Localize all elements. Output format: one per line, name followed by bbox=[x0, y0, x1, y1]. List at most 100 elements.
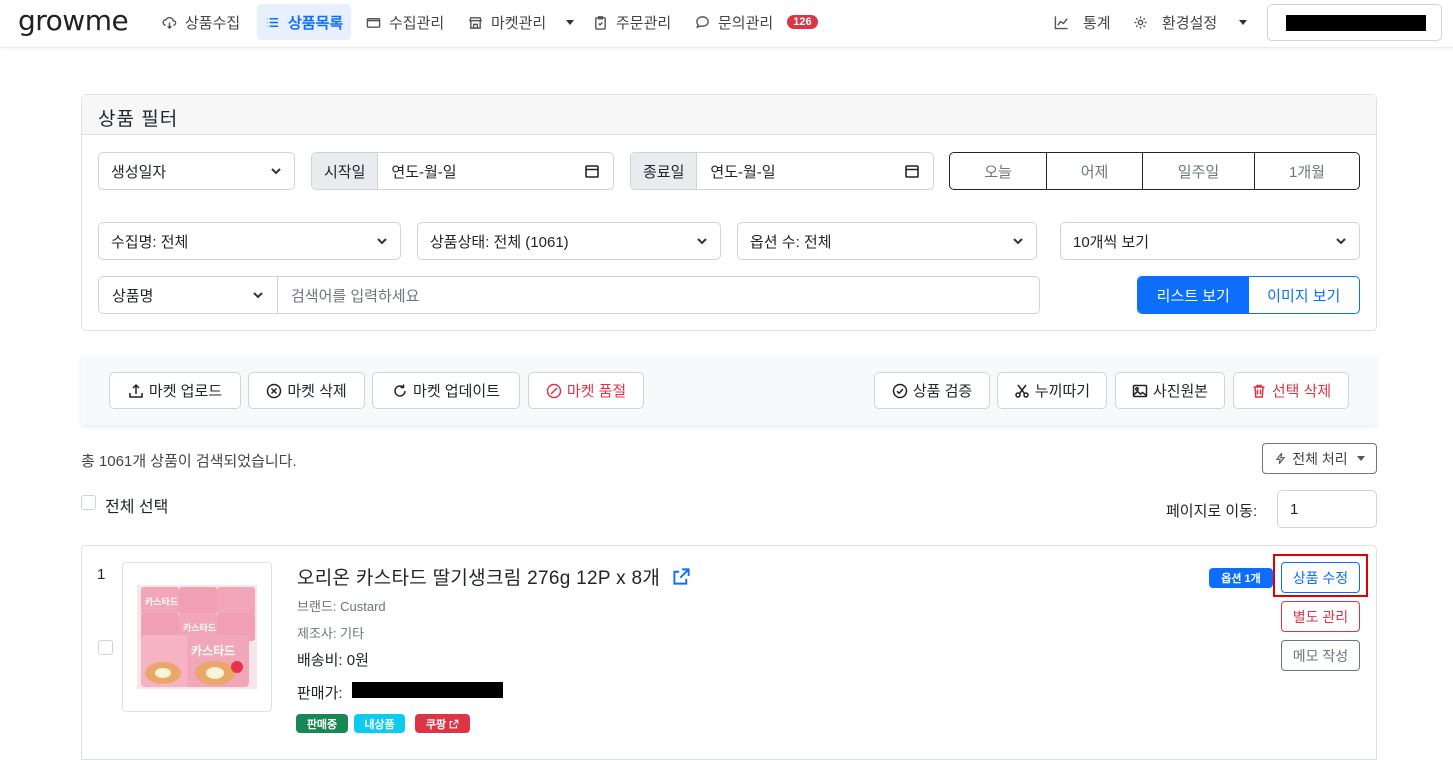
nav-label: 주문관리 bbox=[616, 14, 672, 32]
background-remove-button[interactable]: 누끼따기 bbox=[997, 372, 1107, 409]
nav-label: 수집관리 bbox=[389, 14, 445, 32]
nav-label: 문의관리 bbox=[718, 14, 774, 32]
nav-inquiry-manage[interactable]: 문의관리 126 bbox=[689, 4, 824, 40]
option-count-select[interactable]: 옵션 수: 전체 bbox=[737, 222, 1037, 260]
select-all-label: 전체 선택 bbox=[105, 499, 169, 516]
external-link-icon[interactable] bbox=[672, 567, 691, 586]
list-icon bbox=[266, 17, 279, 27]
view-mode-toggle: 리스트 보기 이미지 보기 bbox=[1137, 276, 1360, 314]
date-type-select[interactable]: 생성일자 bbox=[98, 152, 295, 190]
start-date-group: 시작일 연도-월-일 bbox=[311, 152, 614, 190]
goto-page-input[interactable]: 1 bbox=[1277, 490, 1377, 528]
date-placeholder: 연도-월-일 bbox=[710, 163, 776, 181]
market-soldout-button[interactable]: 마켓 품절 bbox=[528, 372, 644, 409]
bulk-action-dropdown[interactable]: 전체 처리 bbox=[1262, 443, 1377, 474]
result-summary: 총 1061개 상품이 검색되었습니다. bbox=[81, 453, 297, 470]
calendar-icon[interactable] bbox=[584, 163, 600, 179]
action-toolbar: 마켓 업로드 마켓 삭제 마켓 업데이트 마켓 품절 상품 검증 누끼따기 사진… bbox=[81, 355, 1377, 425]
product-name[interactable]: 오리온 카스타드 딸기생크림 276g 12P x 8개 bbox=[297, 563, 691, 590]
x-circle-icon bbox=[267, 383, 282, 398]
select-value: 수집명: 전체 bbox=[111, 233, 189, 251]
per-page-select[interactable]: 10개씩 보기 bbox=[1060, 222, 1360, 260]
redacted-account-name bbox=[1286, 15, 1426, 31]
product-brand: 브랜드: Custard bbox=[297, 599, 386, 614]
top-navbar: growme 상품수집 상품목록 수집관리 마켓관리 주문관리 문의관리 126… bbox=[0, 0, 1453, 48]
select-all-checkbox[interactable] bbox=[81, 495, 96, 510]
shop-icon bbox=[468, 16, 483, 29]
market-delete-button[interactable]: 마켓 삭제 bbox=[248, 372, 365, 409]
chevron-down-icon bbox=[1336, 238, 1346, 245]
end-date-group: 종료일 연도-월-일 bbox=[630, 152, 934, 190]
button-label: 마켓 업로드 bbox=[148, 383, 223, 400]
product-checkbox[interactable] bbox=[98, 640, 113, 655]
product-shipping: 배송비: 0원 bbox=[297, 652, 369, 669]
option-count-badge: 옵션 1개 bbox=[1209, 568, 1273, 588]
status-badge-my-product: 내상품 bbox=[354, 714, 405, 733]
range-month-button[interactable]: 1개월 bbox=[1255, 153, 1359, 189]
nav-statistics[interactable]: 통계 bbox=[1048, 4, 1117, 40]
redacted-price bbox=[352, 682, 503, 698]
account-menu[interactable] bbox=[1267, 4, 1442, 41]
clipboard-check-icon bbox=[595, 15, 606, 30]
search-input[interactable]: 검색어를 입력하세요 bbox=[278, 277, 1039, 313]
select-value: 10개씩 보기 bbox=[1073, 233, 1150, 251]
search-field-select[interactable]: 상품명 bbox=[99, 277, 278, 313]
chat-icon bbox=[696, 15, 709, 28]
nav-collection-manage[interactable]: 수집관리 bbox=[360, 4, 450, 40]
product-row bbox=[81, 545, 1377, 760]
caret-down-icon bbox=[1239, 19, 1248, 25]
check-circle-icon bbox=[892, 383, 908, 398]
upload-icon bbox=[129, 383, 143, 398]
original-photo-button[interactable]: 사진원본 bbox=[1115, 372, 1225, 409]
button-label: 선택 삭제 bbox=[1271, 383, 1332, 400]
separate-manage-button[interactable]: 별도 관리 bbox=[1281, 601, 1360, 632]
thumb-label-text: 카스타드 bbox=[145, 596, 179, 608]
goto-page-label: 페이지로 이동: bbox=[1166, 503, 1258, 520]
end-date-input[interactable]: 연도-월-일 bbox=[697, 153, 933, 189]
edit-product-button[interactable]: 상품 수정 bbox=[1281, 562, 1360, 593]
start-date-input[interactable]: 연도-월-일 bbox=[378, 153, 613, 189]
nav-label: 통계 bbox=[1083, 14, 1111, 32]
nav-collect-products[interactable]: 상품수집 bbox=[156, 4, 246, 40]
market-upload-button[interactable]: 마켓 업로드 bbox=[109, 372, 241, 409]
market-update-button[interactable]: 마켓 업데이트 bbox=[372, 372, 520, 409]
range-today-button[interactable]: 오늘 bbox=[950, 153, 1047, 189]
lightning-icon bbox=[1275, 452, 1286, 465]
product-thumbnail[interactable]: 카스타드 카스타드 카스타드 bbox=[122, 562, 272, 712]
nav-order-manage[interactable]: 주문관리 bbox=[587, 4, 677, 40]
status-select[interactable]: 상품상태: 전체 (1061) bbox=[417, 222, 721, 260]
product-price-label: 판매가: bbox=[297, 685, 343, 702]
nav-label: 환경설정 bbox=[1162, 14, 1218, 32]
inquiry-count-badge: 126 bbox=[787, 15, 818, 29]
nav-settings[interactable]: 환경설정 bbox=[1127, 4, 1253, 40]
scissors-icon bbox=[1015, 384, 1029, 398]
write-memo-button[interactable]: 메모 작성 bbox=[1281, 640, 1360, 671]
select-value: 상품상태: 전체 (1061) bbox=[430, 233, 569, 251]
range-yesterday-button[interactable]: 어제 bbox=[1047, 153, 1143, 189]
trash-icon bbox=[1253, 384, 1265, 398]
folder-icon bbox=[366, 17, 381, 28]
chevron-down-icon bbox=[1013, 238, 1023, 245]
calendar-icon[interactable] bbox=[904, 163, 920, 179]
button-label: 마켓 업데이트 bbox=[413, 383, 500, 400]
refresh-icon bbox=[394, 384, 406, 397]
nav-product-list[interactable]: 상품목록 bbox=[257, 4, 352, 40]
logo[interactable]: growme bbox=[18, 4, 129, 37]
gear-icon bbox=[1134, 15, 1147, 29]
chevron-down-icon bbox=[377, 238, 387, 245]
status-badge-selling: 판매중 bbox=[296, 714, 348, 733]
nav-label: 마켓관리 bbox=[491, 14, 547, 32]
nav-market-manage[interactable]: 마켓관리 bbox=[462, 4, 580, 40]
graph-icon bbox=[1054, 15, 1068, 29]
image-icon bbox=[1132, 384, 1148, 397]
delete-selected-button[interactable]: 선택 삭제 bbox=[1233, 372, 1349, 409]
filter-title: 상품 필터 bbox=[82, 95, 1376, 135]
range-week-button[interactable]: 일주일 bbox=[1143, 153, 1255, 189]
chevron-down-icon bbox=[253, 292, 263, 299]
quick-range-group: 오늘 어제 일주일 1개월 bbox=[949, 152, 1360, 190]
list-view-button[interactable]: 리스트 보기 bbox=[1138, 277, 1249, 313]
image-view-button[interactable]: 이미지 보기 bbox=[1249, 277, 1360, 313]
coupang-link-badge[interactable]: 쿠팡 bbox=[415, 714, 470, 733]
collection-select[interactable]: 수집명: 전체 bbox=[98, 222, 401, 260]
verify-product-button[interactable]: 상품 검증 bbox=[874, 372, 990, 409]
